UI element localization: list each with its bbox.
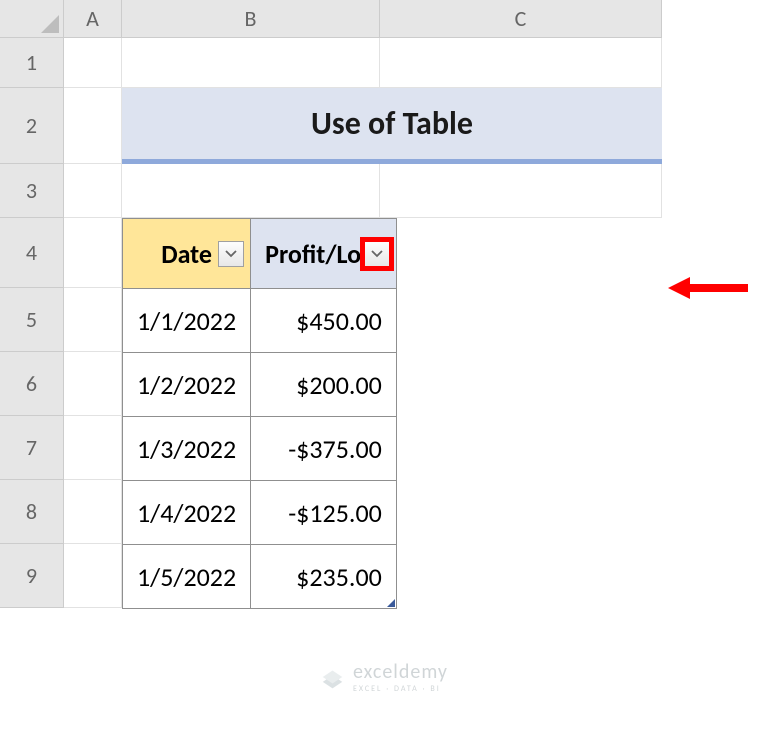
row-header-8[interactable]: 8: [0, 480, 64, 544]
row-header-4[interactable]: 4: [0, 218, 64, 288]
cell[interactable]: [64, 288, 122, 352]
cell[interactable]: [64, 164, 122, 218]
cell[interactable]: [64, 218, 122, 288]
page-title[interactable]: Use of Table: [122, 88, 662, 164]
row-header-1[interactable]: 1: [0, 38, 64, 88]
cell[interactable]: [64, 480, 122, 544]
cell-value-text: $235.00: [296, 561, 382, 593]
callout-arrow: [668, 274, 748, 302]
cell[interactable]: [64, 416, 122, 480]
column-header-A[interactable]: A: [64, 0, 122, 38]
row-header-9[interactable]: 9: [0, 544, 64, 608]
header-date[interactable]: Date: [123, 219, 251, 289]
table-row: 1/3/2022 -$375.00: [123, 417, 397, 481]
table-row: 1/5/2022 $235.00: [123, 545, 397, 609]
select-all-corner[interactable]: [0, 0, 64, 38]
cell-date[interactable]: 1/3/2022: [123, 417, 251, 481]
cell-date[interactable]: 1/1/2022: [123, 289, 251, 353]
cell[interactable]: [380, 38, 662, 88]
chevron-down-icon: [371, 250, 383, 258]
row-header-3[interactable]: 3: [0, 164, 64, 218]
row-header-2[interactable]: 2: [0, 88, 64, 164]
cell[interactable]: [122, 164, 380, 218]
cell[interactable]: [64, 38, 122, 88]
cell-date[interactable]: 1/4/2022: [123, 481, 251, 545]
row-headers: 1 2 3 4 5 6 7 8 9: [0, 38, 64, 608]
chevron-down-icon: [225, 250, 237, 258]
row-header-5[interactable]: 5: [0, 288, 64, 352]
cell-value[interactable]: -$125.00: [251, 481, 397, 545]
table-row: 1/4/2022 -$125.00: [123, 481, 397, 545]
spreadsheet-view: A B C 1 2 3 4 5 6 7 8 9 Use of Table: [0, 0, 767, 729]
cell[interactable]: [122, 38, 380, 88]
column-headers: A B C: [64, 0, 662, 38]
watermark-name: exceldemy: [353, 660, 448, 684]
select-all-icon: [41, 15, 59, 33]
cell[interactable]: [64, 352, 122, 416]
row-header-7[interactable]: 7: [0, 416, 64, 480]
cell-value[interactable]: -$375.00: [251, 417, 397, 481]
cell-value[interactable]: $200.00: [251, 353, 397, 417]
column-header-B[interactable]: B: [122, 0, 380, 38]
table-row: 1/1/2022 $450.00: [123, 289, 397, 353]
watermark-logo-icon: [319, 664, 345, 690]
cell[interactable]: [380, 164, 662, 218]
watermark-sub: EXCEL · DATA · BI: [353, 684, 448, 694]
arrow-left-icon: [668, 274, 748, 302]
watermark: exceldemy EXCEL · DATA · BI: [319, 660, 448, 694]
cell-value[interactable]: $235.00: [251, 545, 397, 609]
table-resize-handle[interactable]: [387, 599, 395, 607]
header-date-label: Date: [161, 238, 212, 270]
filter-button-profit-loss[interactable]: [364, 241, 390, 267]
table-header-row: Date Profit/Loss: [123, 219, 397, 289]
column-header-C[interactable]: C: [380, 0, 662, 38]
row-header-6[interactable]: 6: [0, 352, 64, 416]
watermark-text-block: exceldemy EXCEL · DATA · BI: [353, 660, 448, 694]
cell[interactable]: [64, 88, 122, 164]
header-profit-loss[interactable]: Profit/Loss: [251, 219, 397, 289]
cell-date[interactable]: 1/5/2022: [123, 545, 251, 609]
filter-button-date[interactable]: [218, 241, 244, 267]
cell-value[interactable]: $450.00: [251, 289, 397, 353]
data-table: Date Profit/Loss 1/1/2022: [122, 218, 397, 609]
cell[interactable]: [64, 544, 122, 608]
table-row: 1/2/2022 $200.00: [123, 353, 397, 417]
cell-date[interactable]: 1/2/2022: [123, 353, 251, 417]
